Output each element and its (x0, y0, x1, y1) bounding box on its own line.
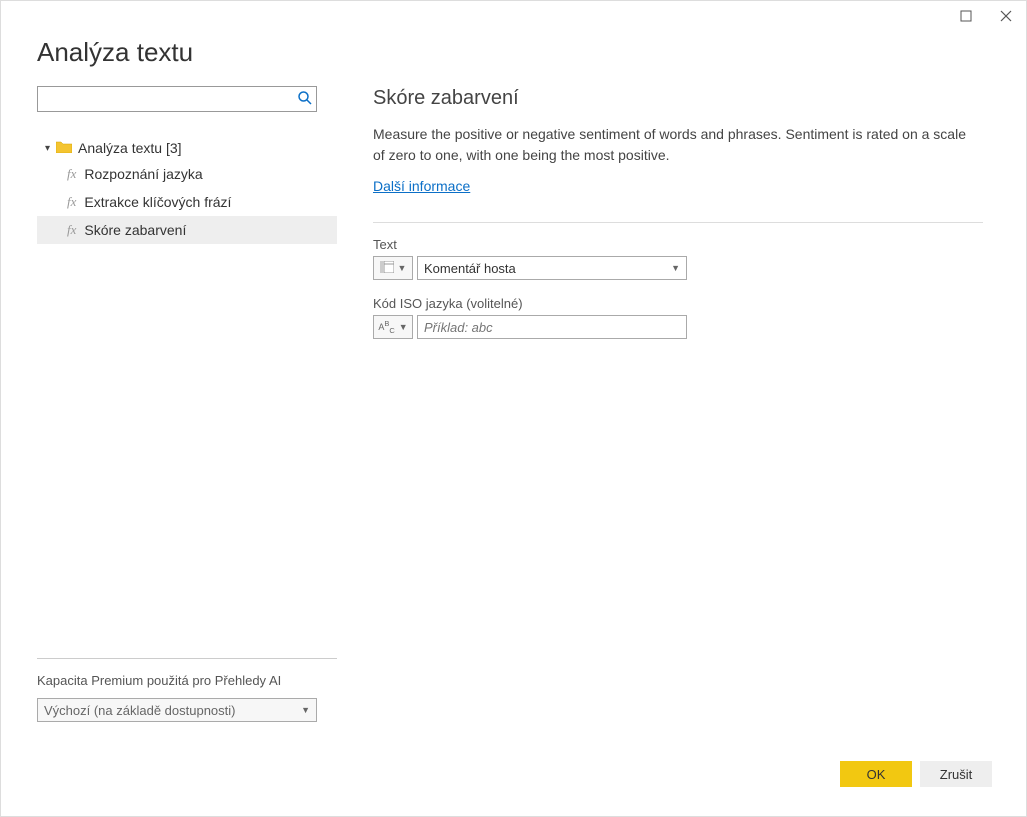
detail-panel: Skóre zabarvení Measure the positive or … (337, 31, 990, 750)
left-panel: Analýza textu ▾ Analýza textu [3] fx (37, 31, 337, 750)
premium-capacity-label: Kapacita Premium použitá pro Přehledy AI (37, 673, 337, 688)
divider (37, 658, 337, 659)
maximize-button[interactable] (956, 6, 976, 26)
tree-item-label: Skóre zabarvení (84, 222, 186, 238)
chevron-down-icon: ▼ (671, 263, 680, 273)
premium-select-value: Výchozí (na základě dostupnosti) (44, 703, 236, 718)
iso-type-selector[interactable]: ABC ▼ (373, 315, 413, 339)
text-select-value: Komentář hosta (424, 261, 516, 276)
close-button[interactable] (996, 6, 1016, 26)
dialog-footer: OK Zrušit (1, 750, 1026, 816)
chevron-down-icon: ▼ (398, 263, 407, 273)
tree-item-language-detection[interactable]: fx Rozpoznání jazyka (37, 160, 337, 188)
search-input[interactable] (37, 86, 317, 112)
more-info-link[interactable]: Další informace (373, 178, 470, 194)
tree-item-label: Rozpoznání jazyka (84, 166, 202, 182)
detail-description: Measure the positive or negative sentime… (373, 124, 973, 166)
fx-icon: fx (67, 222, 76, 238)
fx-icon: fx (67, 194, 76, 210)
dialog-window: Analýza textu ▾ Analýza textu [3] fx (0, 0, 1027, 817)
divider (373, 222, 983, 223)
chevron-down-icon: ▼ (301, 705, 310, 715)
premium-capacity-select[interactable]: Výchozí (na základě dostupnosti) ▼ (37, 698, 317, 722)
iso-language-input[interactable] (417, 315, 687, 339)
fx-icon: fx (67, 166, 76, 182)
cancel-button[interactable]: Zrušit (920, 761, 992, 787)
tree-item-key-phrase-extraction[interactable]: fx Extrakce klíčových frází (37, 188, 337, 216)
caret-down-icon: ▾ (45, 143, 50, 154)
window-titlebar (1, 1, 1026, 31)
tree-root-item[interactable]: ▾ Analýza textu [3] (37, 136, 337, 160)
chevron-down-icon: ▼ (399, 322, 408, 332)
tree-root-label: Analýza textu [3] (78, 140, 182, 156)
folder-icon (56, 140, 72, 156)
abc-icon: ABC (378, 319, 394, 335)
column-icon (380, 261, 394, 276)
iso-field-label: Kód ISO jazyka (volitelné) (373, 296, 990, 311)
text-field-label: Text (373, 237, 990, 252)
text-column-select[interactable]: Komentář hosta ▼ (417, 256, 687, 280)
ok-button[interactable]: OK (840, 761, 912, 787)
function-tree: ▾ Analýza textu [3] fx Rozpoznání jazyka… (37, 136, 337, 244)
tree-item-sentiment-score[interactable]: fx Skóre zabarvení (37, 216, 337, 244)
page-title: Analýza textu (37, 37, 337, 68)
tree-item-label: Extrakce klíčových frází (84, 194, 231, 210)
detail-title: Skóre zabarvení (373, 87, 990, 110)
text-type-selector[interactable]: ▼ (373, 256, 413, 280)
